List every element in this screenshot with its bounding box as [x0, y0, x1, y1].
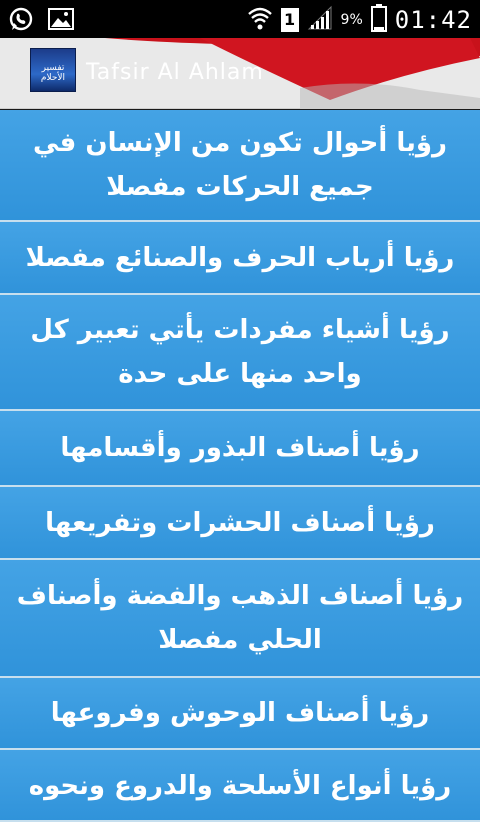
- list-item[interactable]: رؤيا أحوال تكون من الإنسان في جميع الحرك…: [0, 110, 480, 222]
- system-status: 1 9% 01:42: [247, 4, 472, 36]
- sim-indicator: 1: [280, 8, 299, 32]
- wifi-icon: [247, 5, 273, 35]
- status-bar: 1 9% 01:42: [0, 0, 480, 38]
- list-item-label: رؤيا أصناف الوحوش وفروعها: [50, 698, 430, 728]
- notification-icons: [8, 6, 74, 36]
- action-bar: تفسير الأحلام Tafsir Al Ahlam: [0, 38, 480, 109]
- list-item-label: رؤيا أرباب الحرف والصنائع مفصلا: [25, 242, 455, 273]
- image-icon: [48, 7, 74, 35]
- battery-icon: [370, 4, 387, 36]
- list-item-label: رؤيا أنواع الأسلحة والدروع ونحوه: [28, 771, 452, 801]
- app-logo-icon[interactable]: تفسير الأحلام: [30, 48, 76, 92]
- list-item-label: رؤيا أحوال تكون من الإنسان في جميع الحرك…: [33, 128, 447, 202]
- list-item-label: رؤيا أصناف الذهب والفضة وأصناف الحلي مفص…: [16, 581, 464, 655]
- list-item[interactable]: رؤيا أصناف الذهب والفضة وأصناف الحلي مفص…: [0, 560, 480, 678]
- list-item[interactable]: رؤيا أشياء مفردات يأتي تعبير كل واحد منه…: [0, 295, 480, 411]
- list-item[interactable]: رؤيا أرباب الحرف والصنائع مفصلا: [0, 222, 480, 295]
- list-item-label: رؤيا أصناف الحشرات وتفريعها: [45, 507, 435, 538]
- list-item-label: رؤيا أصناف البذور وأقسامها: [60, 433, 420, 463]
- clock: 01:42: [394, 6, 472, 34]
- list-item[interactable]: رؤيا أصناف البذور وأقسامها: [0, 411, 480, 487]
- list-item[interactable]: رؤيا أصناف الوحوش وفروعها: [0, 678, 480, 750]
- app-logo-text: تفسير الأحلام: [40, 63, 66, 83]
- battery-percent: 9%: [340, 12, 363, 28]
- whatsapp-icon: [8, 6, 34, 36]
- signal-icon: [307, 5, 333, 35]
- list-item[interactable]: رؤيا أنواع الأسلحة والدروع ونحوه: [0, 750, 480, 822]
- list-item-label: رؤيا أشياء مفردات يأتي تعبير كل واحد منه…: [30, 315, 450, 389]
- list-item[interactable]: رؤيا أصناف الحشرات وتفريعها: [0, 487, 480, 560]
- app-title: Tafsir Al Ahlam: [86, 60, 264, 85]
